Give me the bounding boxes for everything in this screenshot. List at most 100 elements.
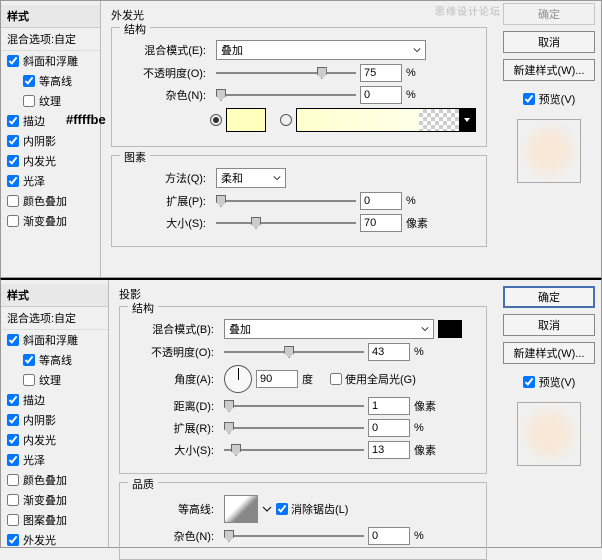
style-checkbox[interactable] xyxy=(7,494,19,506)
style-checkbox[interactable] xyxy=(7,394,19,406)
noise-slider[interactable] xyxy=(224,528,364,544)
cancel-button[interactable]: 取消 xyxy=(503,31,595,53)
color-swatch[interactable] xyxy=(226,108,266,132)
sidebar-item[interactable]: 等高线 xyxy=(1,350,108,370)
size-input[interactable] xyxy=(360,214,402,232)
size-slider[interactable] xyxy=(224,442,364,458)
noise-input[interactable] xyxy=(360,86,402,104)
angle-input[interactable] xyxy=(256,370,298,388)
new-style-button[interactable]: 新建样式(W)... xyxy=(503,342,595,364)
blend-mode-dropdown[interactable]: 叠加 xyxy=(216,40,426,60)
distance-input[interactable] xyxy=(368,397,410,415)
preview-thumbnail xyxy=(517,119,581,183)
sidebar-item[interactable]: 内发光 xyxy=(1,430,108,450)
sidebar-item[interactable]: 内阴影 xyxy=(1,410,108,430)
sidebar-item[interactable]: 纹理 xyxy=(1,91,100,111)
opacity-slider[interactable] xyxy=(216,65,356,81)
gradient-picker[interactable] xyxy=(296,108,476,132)
size-input[interactable] xyxy=(368,441,410,459)
style-checkbox[interactable] xyxy=(7,215,19,227)
preview-checkbox[interactable]: 预览(V) xyxy=(523,374,576,390)
antialias-checkbox[interactable]: 消除锯齿(L) xyxy=(276,501,348,517)
style-checkbox[interactable] xyxy=(7,534,19,546)
sidebar-item[interactable]: 图案叠加 xyxy=(1,510,108,530)
technique-dropdown[interactable]: 柔和 xyxy=(216,168,286,188)
opacity-slider[interactable] xyxy=(224,344,364,360)
sidebar-item[interactable]: 外发光 xyxy=(1,530,108,550)
style-checkbox[interactable] xyxy=(7,454,19,466)
sidebar-item[interactable]: 渐变叠加 xyxy=(1,490,108,510)
drop-shadow-panel: 样式 混合选项:自定 斜面和浮雕等高线纹理描边内阴影内发光光泽颜色叠加渐变叠加图… xyxy=(0,278,602,548)
style-label: 颜色叠加 xyxy=(23,472,67,488)
angle-dial[interactable] xyxy=(224,365,252,393)
style-checkbox[interactable] xyxy=(7,434,19,446)
spread-input[interactable] xyxy=(368,419,410,437)
new-style-button[interactable]: 新建样式(W)... xyxy=(503,59,595,81)
sidebar-item[interactable]: 颜色叠加 xyxy=(1,191,100,211)
group-title: 结构 xyxy=(120,21,150,37)
sidebar-item[interactable]: 等高线 xyxy=(1,71,100,91)
dialog-buttons: 确定 取消 新建样式(W)... 预览(V) xyxy=(497,1,601,277)
noise-input[interactable] xyxy=(368,527,410,545)
shadow-color-swatch[interactable] xyxy=(438,320,462,338)
color-radio[interactable] xyxy=(210,114,222,126)
spread-slider[interactable] xyxy=(216,193,356,209)
opacity-input[interactable] xyxy=(368,343,410,361)
sidebar-item[interactable]: 内发光 xyxy=(1,151,100,171)
sidebar-item[interactable]: 颜色叠加 xyxy=(1,470,108,490)
style-checkbox[interactable] xyxy=(23,354,35,366)
style-checkbox[interactable] xyxy=(7,474,19,486)
style-checkbox[interactable] xyxy=(23,95,35,107)
opacity-input[interactable] xyxy=(360,64,402,82)
spread-input[interactable] xyxy=(360,192,402,210)
noise-slider[interactable] xyxy=(216,87,356,103)
sidebar-item[interactable]: 内阴影 xyxy=(1,131,100,151)
style-checkbox[interactable] xyxy=(7,155,19,167)
sidebar-title: 样式 xyxy=(1,5,100,28)
style-checkbox[interactable] xyxy=(23,374,35,386)
blending-options[interactable]: 混合选项:自定 xyxy=(1,28,100,51)
sidebar-item[interactable]: 渐变叠加 xyxy=(1,211,100,231)
blend-mode-label: 混合模式(B): xyxy=(130,321,214,337)
chevron-down-icon xyxy=(421,325,429,333)
spread-slider[interactable] xyxy=(224,420,364,436)
blend-mode-dropdown[interactable]: 叠加 xyxy=(224,319,434,339)
sidebar-item[interactable]: 斜面和浮雕 xyxy=(1,51,100,71)
opacity-label: 不透明度(O): xyxy=(130,344,214,360)
style-checkbox[interactable] xyxy=(7,135,19,147)
sidebar-item[interactable]: 纹理 xyxy=(1,370,108,390)
style-checkbox[interactable] xyxy=(7,115,19,127)
main-settings: 外发光 结构 混合模式(E): 叠加 不透明度(O): % 杂色(N): % xyxy=(101,1,497,277)
style-checkbox[interactable] xyxy=(23,75,35,87)
chevron-down-icon[interactable] xyxy=(262,504,272,514)
size-slider[interactable] xyxy=(216,215,356,231)
style-checkbox[interactable] xyxy=(7,334,19,346)
structure-group: 结构 混合模式(B): 叠加 不透明度(O): % 角度(A): 度 xyxy=(119,306,487,474)
blend-mode-label: 混合模式(E): xyxy=(122,42,206,58)
outer-glow-panel: 思缘设计论坛 样式 混合选项:自定 斜面和浮雕等高线纹理描边内阴影内发光光泽颜色… xyxy=(0,0,602,278)
style-checkbox[interactable] xyxy=(7,514,19,526)
preview-checkbox[interactable]: 预览(V) xyxy=(523,91,576,107)
style-checkbox[interactable] xyxy=(7,175,19,187)
styles-sidebar: 样式 混合选项:自定 斜面和浮雕等高线纹理描边内阴影内发光光泽颜色叠加渐变叠加 xyxy=(1,1,101,277)
blending-options[interactable]: 混合选项:自定 xyxy=(1,307,108,330)
ok-button[interactable]: 确定 xyxy=(503,286,595,308)
ok-button[interactable]: 确定 xyxy=(503,3,595,25)
sidebar-item[interactable]: 描边 xyxy=(1,390,108,410)
distance-slider[interactable] xyxy=(224,398,364,414)
sidebar-item[interactable]: 光泽 xyxy=(1,171,100,191)
cancel-button[interactable]: 取消 xyxy=(503,314,595,336)
style-checkbox[interactable] xyxy=(7,55,19,67)
sidebar-item[interactable]: 斜面和浮雕 xyxy=(1,330,108,350)
style-label: 内发光 xyxy=(23,432,56,448)
global-light-checkbox[interactable]: 使用全局光(G) xyxy=(330,371,416,387)
gradient-radio[interactable] xyxy=(280,114,292,126)
sidebar-item[interactable]: 光泽 xyxy=(1,450,108,470)
styles-sidebar: 样式 混合选项:自定 斜面和浮雕等高线纹理描边内阴影内发光光泽颜色叠加渐变叠加图… xyxy=(1,280,109,547)
group-title: 图素 xyxy=(120,149,150,165)
contour-picker[interactable] xyxy=(224,495,258,523)
quality-group: 品质 等高线: 消除锯齿(L) 杂色(N): % xyxy=(119,482,487,560)
style-checkbox[interactable] xyxy=(7,414,19,426)
effect-title: 投影 xyxy=(119,286,487,302)
style-checkbox[interactable] xyxy=(7,195,19,207)
